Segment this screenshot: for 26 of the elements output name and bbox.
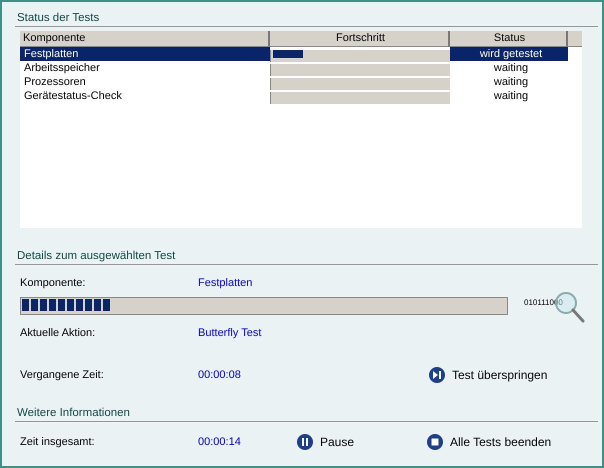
pause-button[interactable]: Pause (296, 433, 426, 451)
skip-button[interactable]: Test überspringen (428, 366, 548, 384)
time-value: 00:00:08 (198, 369, 242, 381)
field-label: Zeit insgesamt: (20, 436, 96, 448)
table-cell: wird getestet (450, 47, 568, 61)
stop-icon (426, 433, 444, 451)
field-value: Butterfly Test (198, 327, 262, 339)
table-cell[interactable]: Arbeitsspeicher (20, 61, 270, 75)
time-value: 00:00:14 (198, 436, 242, 448)
field-value: Festplatten (198, 277, 252, 289)
table-cell[interactable]: Gerätestatus-Check (20, 89, 270, 103)
table-cell-text: waiting (492, 89, 530, 103)
column-header[interactable]: Fortschritt (270, 31, 450, 47)
table-cell-text: waiting (492, 61, 530, 75)
table-cell[interactable]: Prozessoren (20, 75, 270, 89)
section-heading: Weitere Informationen (17, 407, 130, 419)
pause-icon (296, 433, 314, 451)
field-label: Aktuelle Aktion: (20, 327, 96, 339)
table-cell-text: waiting (492, 75, 530, 89)
section-heading: Details zum ausgewählten Test (17, 250, 176, 262)
skip-icon (428, 366, 446, 384)
section-heading: Status der Tests (17, 12, 100, 24)
field-label: Komponente: (20, 277, 86, 289)
stop-button[interactable]: Alle Tests beenden (426, 433, 552, 451)
table-cell[interactable]: Festplatten (20, 47, 270, 61)
field-label: Vergangene Zeit: (20, 369, 105, 381)
